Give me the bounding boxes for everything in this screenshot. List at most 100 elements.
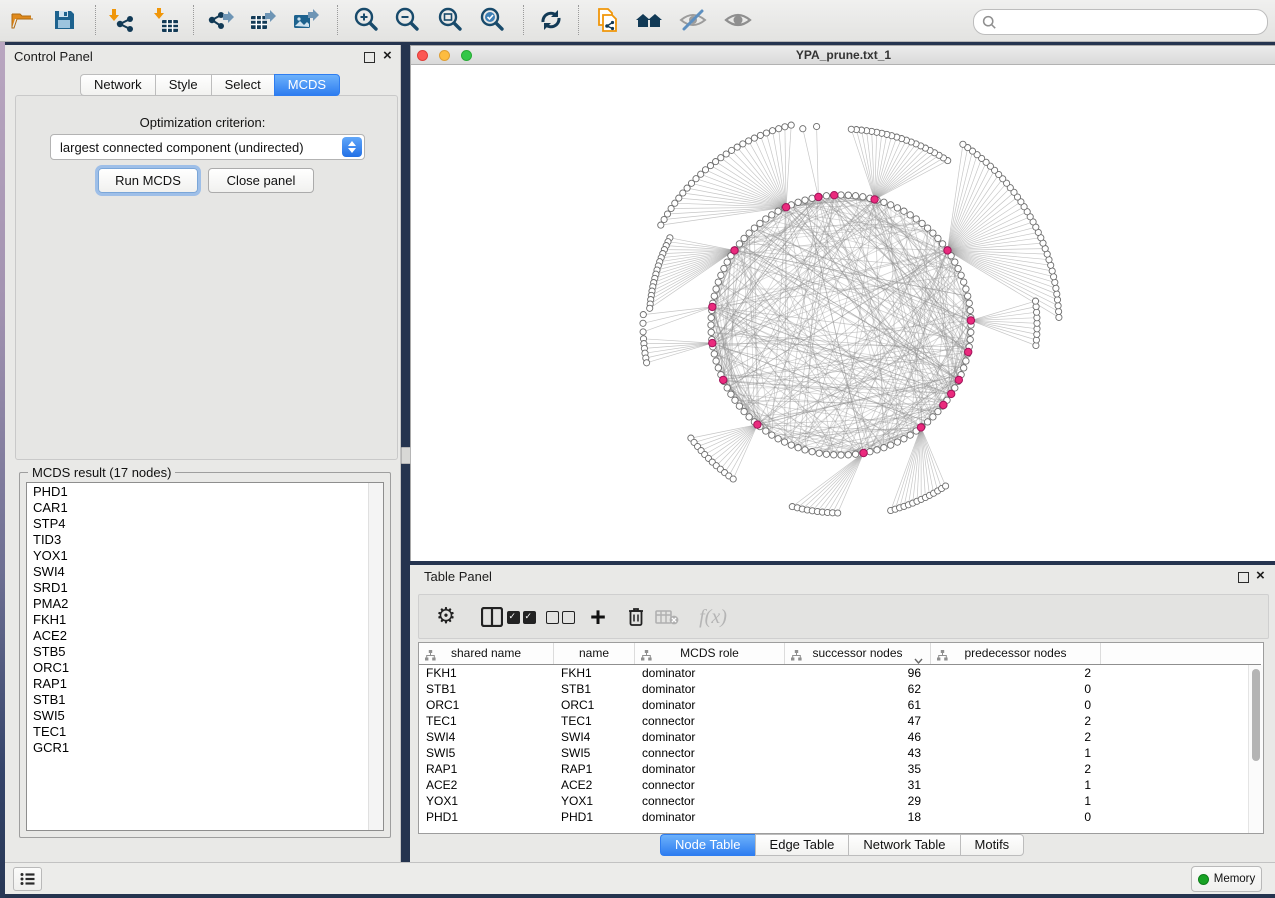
- copy-network-icon[interactable]: [592, 5, 622, 35]
- table-row[interactable]: YOX1YOX1connector291: [419, 793, 1263, 809]
- close-table-panel-icon[interactable]: ×: [1256, 566, 1265, 586]
- node-table[interactable]: shared namenameMCDS rolesuccessor nodesp…: [418, 642, 1264, 834]
- mcds-result-item[interactable]: STB5: [27, 644, 369, 660]
- zoom-out-icon[interactable]: [392, 5, 422, 35]
- export-table-icon[interactable]: [248, 5, 278, 35]
- tab-node-table[interactable]: Node Table: [660, 834, 755, 856]
- float-table-panel-icon[interactable]: [1238, 572, 1249, 583]
- table-cell: SWI4: [554, 729, 635, 745]
- minimize-window-icon[interactable]: [439, 50, 450, 61]
- column-header-successor-nodes[interactable]: successor nodes: [785, 643, 931, 664]
- show-panels-button[interactable]: [13, 867, 42, 891]
- column-header-predecessor-nodes[interactable]: predecessor nodes: [931, 643, 1101, 664]
- close-panel-button[interactable]: Close panel: [208, 168, 314, 193]
- tab-mcds[interactable]: MCDS: [274, 74, 340, 96]
- export-network-icon[interactable]: [205, 5, 235, 35]
- table-cell: 1: [931, 793, 1101, 809]
- add-row-icon[interactable]: +: [582, 601, 614, 633]
- import-network-icon[interactable]: [107, 5, 137, 35]
- search-box: [973, 9, 1268, 35]
- network-window-titlebar[interactable]: YPA_prune.txt_1: [411, 46, 1275, 65]
- table-cell: FKH1: [554, 665, 635, 681]
- run-mcds-button[interactable]: Run MCDS: [98, 168, 198, 193]
- search-input[interactable]: [997, 13, 1267, 31]
- close-panel-icon[interactable]: ×: [383, 46, 392, 66]
- table-cell: 35: [785, 761, 931, 777]
- mcds-result-item[interactable]: STP4: [27, 516, 369, 532]
- hide-selected-icon[interactable]: [678, 5, 708, 35]
- table-row[interactable]: TEC1TEC1connector472: [419, 713, 1263, 729]
- delete-table-icon[interactable]: [651, 601, 683, 633]
- memory-button[interactable]: Memory: [1191, 866, 1262, 892]
- function-builder-icon[interactable]: f(x): [691, 601, 735, 633]
- table-row[interactable]: STB1STB1dominator620: [419, 681, 1263, 697]
- first-neighbors-icon[interactable]: [634, 5, 664, 35]
- table-row[interactable]: RAP1RAP1dominator352: [419, 761, 1263, 777]
- mcds-result-item[interactable]: FKH1: [27, 612, 369, 628]
- mcds-result-item[interactable]: CAR1: [27, 500, 369, 516]
- tab-network[interactable]: Network: [80, 74, 155, 96]
- table-row[interactable]: SWI4SWI4dominator462: [419, 729, 1263, 745]
- tab-network-table[interactable]: Network Table: [848, 834, 959, 856]
- deselect-all-icon[interactable]: [544, 601, 576, 633]
- table-settings-icon[interactable]: ⚙: [430, 601, 462, 633]
- table-cell: connector: [635, 713, 785, 729]
- table-row[interactable]: ACE2ACE2connector311: [419, 777, 1263, 793]
- table-cell: RAP1: [554, 761, 635, 777]
- table-cell: PHD1: [554, 809, 635, 825]
- delete-row-icon[interactable]: [620, 601, 652, 633]
- mcds-result-item[interactable]: SRD1: [27, 580, 369, 596]
- mcds-result-item[interactable]: GCR1: [27, 740, 369, 756]
- mcds-result-item[interactable]: SWI4: [27, 564, 369, 580]
- tab-motifs[interactable]: Motifs: [960, 834, 1025, 856]
- table-row[interactable]: ORC1ORC1dominator610: [419, 697, 1263, 713]
- mcds-result-item[interactable]: ACE2: [27, 628, 369, 644]
- mcds-result-item[interactable]: RAP1: [27, 676, 369, 692]
- export-image-icon[interactable]: [291, 5, 321, 35]
- table-row[interactable]: SWI5SWI5connector431: [419, 745, 1263, 761]
- table-cell: 0: [931, 697, 1101, 713]
- table-cell: 61: [785, 697, 931, 713]
- table-row[interactable]: FKH1FKH1dominator962: [419, 665, 1263, 681]
- table-cell: TEC1: [554, 713, 635, 729]
- open-file-icon[interactable]: [7, 5, 37, 35]
- column-header-shared-name[interactable]: shared name: [419, 643, 554, 664]
- mcds-result-item[interactable]: STB1: [27, 692, 369, 708]
- tab-edge-table[interactable]: Edge Table: [755, 834, 849, 856]
- close-window-icon[interactable]: [417, 50, 428, 61]
- mcds-result-item[interactable]: PMA2: [27, 596, 369, 612]
- maximize-window-icon[interactable]: [461, 50, 472, 61]
- mcds-result-item[interactable]: SWI5: [27, 708, 369, 724]
- table-scrollbar[interactable]: [1248, 665, 1263, 833]
- table-cell: FKH1: [419, 665, 554, 681]
- zoom-in-icon[interactable]: [351, 5, 381, 35]
- mcds-result-item[interactable]: ORC1: [27, 660, 369, 676]
- table-cell: 0: [931, 681, 1101, 697]
- zoom-selected-icon[interactable]: [477, 5, 507, 35]
- network-canvas-svg[interactable]: [411, 65, 1275, 561]
- optimization-criterion-select[interactable]: largest connected component (undirected): [50, 134, 365, 160]
- table-cell: 29: [785, 793, 931, 809]
- float-panel-icon[interactable]: [364, 52, 375, 63]
- column-header-name[interactable]: name: [554, 643, 635, 664]
- mcds-result-item[interactable]: TID3: [27, 532, 369, 548]
- column-visibility-icon[interactable]: [476, 601, 508, 633]
- select-all-icon[interactable]: [505, 601, 537, 633]
- import-table-icon[interactable]: [151, 5, 181, 35]
- mcds-result-item[interactable]: PHD1: [27, 484, 369, 500]
- table-scrollbar-thumb[interactable]: [1252, 669, 1260, 761]
- zoom-fit-icon[interactable]: [435, 5, 465, 35]
- show-all-icon[interactable]: [723, 5, 753, 35]
- tab-select[interactable]: Select: [211, 74, 274, 96]
- column-header-MCDS-role[interactable]: MCDS role: [635, 643, 785, 664]
- mcds-result-item[interactable]: YOX1: [27, 548, 369, 564]
- splitter-handle[interactable]: [401, 447, 411, 464]
- apply-layout-icon[interactable]: [536, 5, 566, 35]
- mcds-result-list[interactable]: PHD1CAR1STP4TID3YOX1SWI4SRD1PMA2FKH1ACE2…: [26, 482, 384, 831]
- tab-style[interactable]: Style: [155, 74, 211, 96]
- mcds-result-item[interactable]: TEC1: [27, 724, 369, 740]
- table-row[interactable]: PHD1PHD1dominator180: [419, 809, 1263, 825]
- list-scrollbar[interactable]: [368, 483, 383, 830]
- column-label: successor nodes: [785, 643, 930, 664]
- save-session-icon[interactable]: [49, 5, 79, 35]
